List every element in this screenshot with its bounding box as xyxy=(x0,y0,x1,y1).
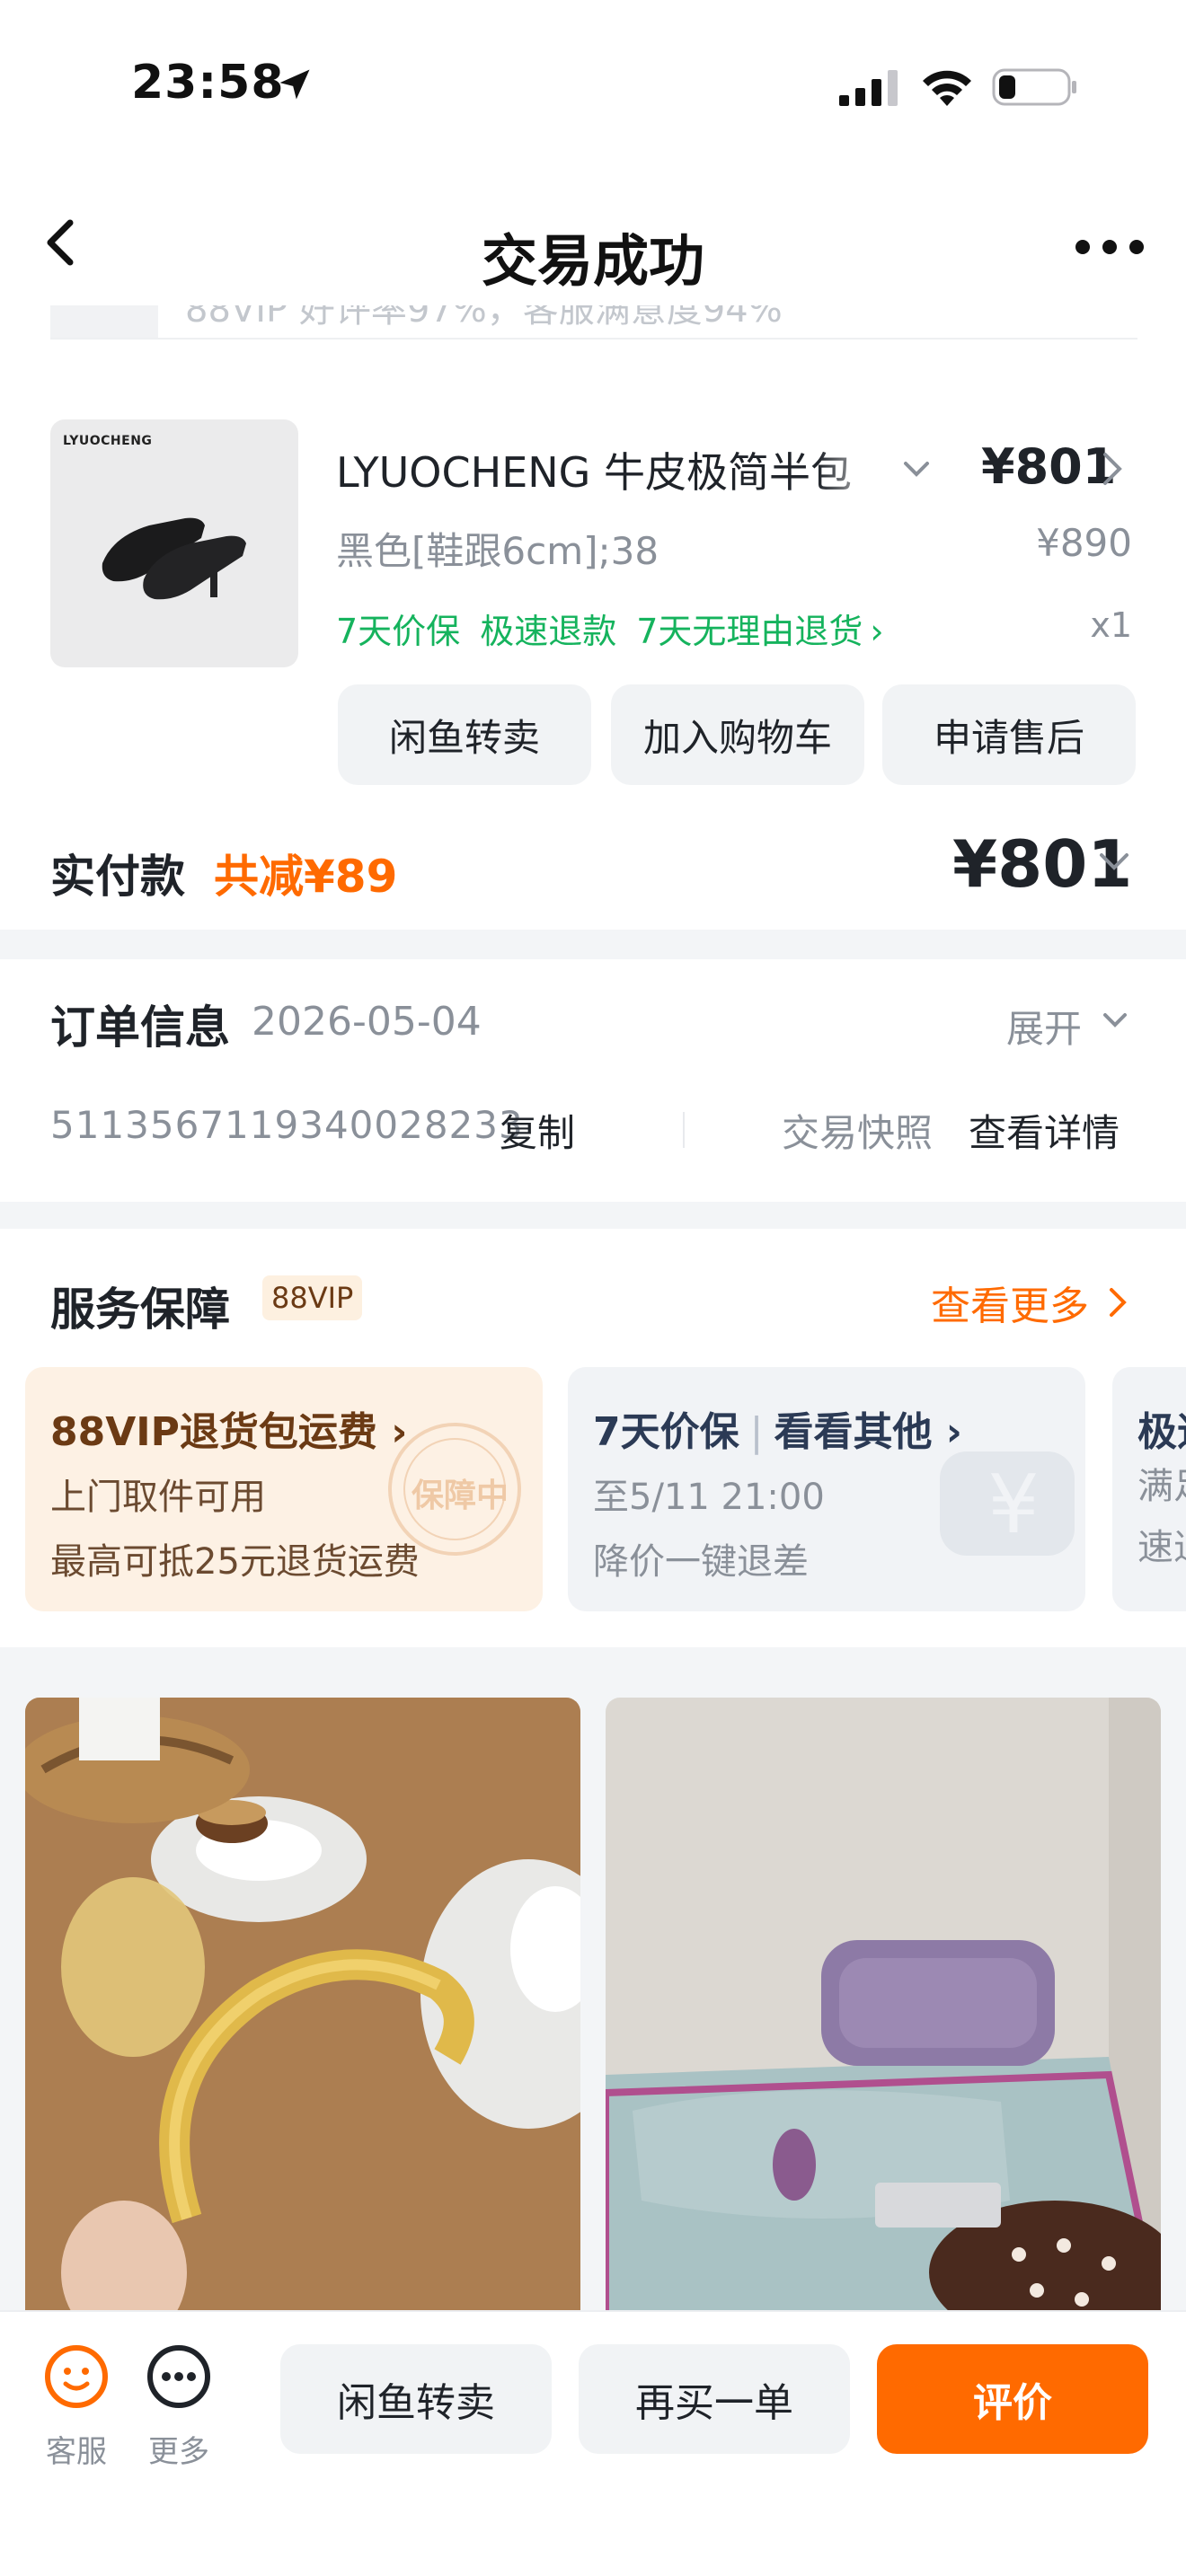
expand-button[interactable]: 展开 xyxy=(1006,999,1082,1054)
service-card-title: 7天价保 | 看看其他 › xyxy=(593,1409,962,1455)
chevron-down-icon[interactable] xyxy=(1096,848,1132,877)
service-card-line: 至5/11 21:00 xyxy=(593,1477,825,1518)
product-card: 88VIP 好评率97%，客服满意度94% LYUOCHENG LYUOCHEN… xyxy=(0,305,1186,930)
chevron-right-icon: › xyxy=(870,612,884,651)
battery-icon xyxy=(992,68,1076,106)
buy-again-button[interactable]: 再买一单 xyxy=(579,2344,850,2454)
status-bar: 23:58 xyxy=(0,0,1186,171)
resell-button[interactable]: 闲鱼转卖 xyxy=(280,2344,552,2454)
divider xyxy=(683,1112,685,1148)
wifi-icon xyxy=(923,70,971,106)
review-button[interactable]: 评价 xyxy=(877,2344,1148,2454)
service-tags[interactable]: 7天价保 极速退款 7天无理由退货 › xyxy=(336,604,904,653)
status-time: 23:58 xyxy=(131,56,285,110)
more-button[interactable] xyxy=(138,2341,219,2416)
service-tag: 7天价保 xyxy=(336,612,461,651)
chevron-down-icon[interactable] xyxy=(900,456,933,483)
shop-rating-text: 88VIP 好评率97%，客服满意度94% xyxy=(185,305,783,331)
yuan-shield-icon: ¥ xyxy=(940,1451,1075,1556)
view-details-link[interactable]: 查看详情 xyxy=(969,1103,1120,1158)
product-price: ¥801 xyxy=(981,438,1117,495)
service-card-line: 上门取件可用 xyxy=(50,1477,266,1518)
resell-button[interactable]: 闲鱼转卖 xyxy=(338,684,591,785)
vip-badge: 88VIP xyxy=(262,1275,363,1320)
service-card-title: 极速 xyxy=(1137,1409,1186,1455)
product-image[interactable]: LYUOCHENG xyxy=(50,419,298,667)
guarantee-stamp-text: 保障中 xyxy=(412,1478,509,1514)
customer-service-icon xyxy=(45,2345,108,2408)
product-spec: 黑色[鞋跟6cm];38 xyxy=(336,529,659,573)
trade-snapshot-link[interactable]: 交易快照 xyxy=(782,1103,933,1158)
service-card-line: 速退 xyxy=(1137,1527,1186,1568)
order-info-card: 订单信息 2026-05-04 展开 5113567119340028233 复… xyxy=(0,959,1186,1202)
service-tag: 7天无理由退货 xyxy=(636,612,863,651)
pillow-photo xyxy=(606,1698,1161,2326)
more-label[interactable]: 更多 xyxy=(138,2427,219,2471)
bottom-action-bar: 客服 更多 闲鱼转卖 再买一单 评价 xyxy=(0,2310,1186,2576)
service-card-price-protection[interactable]: 7天价保 | 看看其他 › 至5/11 21:00 降价一键退差 ¥ xyxy=(568,1367,1085,1611)
service-card-title: 88VIP退货包运费 › xyxy=(50,1409,408,1455)
service-card-line: 满足 xyxy=(1137,1466,1186,1507)
service-card-fast-refund[interactable]: 极速 满足 速退 xyxy=(1112,1367,1186,1611)
service-card-line: 降价一键退差 xyxy=(593,1541,809,1583)
chevron-right-icon[interactable] xyxy=(1100,449,1125,489)
see-others-link[interactable]: 看看其他 xyxy=(774,1409,932,1455)
paid-label: 实付款 xyxy=(50,851,185,903)
customer-service-button[interactable] xyxy=(36,2341,117,2416)
service-guarantee-card: 服务保障 88VIP 查看更多 88VIP退货包运费 › 上门取件可用 最高可抵… xyxy=(0,1229,1186,1647)
nav-bar: 交易成功 xyxy=(0,171,1186,323)
shoe-image xyxy=(102,517,246,600)
order-number: 5113567119340028233 xyxy=(50,1103,524,1147)
more-options-icon[interactable] xyxy=(1069,234,1150,260)
order-info-title: 订单信息 xyxy=(50,1001,230,1054)
customer-service-label[interactable]: 客服 xyxy=(36,2427,117,2471)
service-card-return-shipping[interactable]: 88VIP退货包运费 › 上门取件可用 最高可抵25元退货运费 保障中 xyxy=(25,1367,543,1611)
shop-summary-row: 88VIP 好评率97%，客服满意度94% xyxy=(50,305,1137,340)
cellular-signal-icon xyxy=(839,70,898,106)
shop-thumb xyxy=(50,305,158,338)
page-title: 交易成功 xyxy=(481,228,704,294)
service-title: 服务保障 xyxy=(50,1284,230,1336)
feed-item-headband[interactable] xyxy=(25,1698,580,2326)
service-tag: 极速退款 xyxy=(480,612,617,651)
add-to-cart-button[interactable]: 加入购物车 xyxy=(611,684,864,785)
service-card-line: 最高可抵25元退货运费 xyxy=(50,1541,420,1583)
see-more-link[interactable]: 查看更多 xyxy=(931,1274,1089,1331)
order-date: 2026-05-04 xyxy=(252,999,482,1045)
svg-text:¥: ¥ xyxy=(987,1458,1039,1552)
discount-total: 共减¥89 xyxy=(214,851,398,903)
original-price: ¥890 xyxy=(1036,521,1132,565)
headband-photo xyxy=(25,1698,580,2326)
after-sales-button[interactable]: 申请售后 xyxy=(882,684,1136,785)
product-quantity: x1 xyxy=(1090,605,1132,645)
location-arrow-icon xyxy=(279,69,310,100)
product-title[interactable]: LYUOCHENG 牛皮极简半包 xyxy=(336,440,884,494)
feed-item-pillow[interactable] xyxy=(606,1698,1161,2326)
more-circle-icon xyxy=(147,2345,210,2408)
chevron-right-icon[interactable] xyxy=(1107,1284,1130,1320)
copy-button[interactable]: 复制 xyxy=(500,1103,575,1158)
chevron-down-icon[interactable] xyxy=(1100,1008,1130,1035)
